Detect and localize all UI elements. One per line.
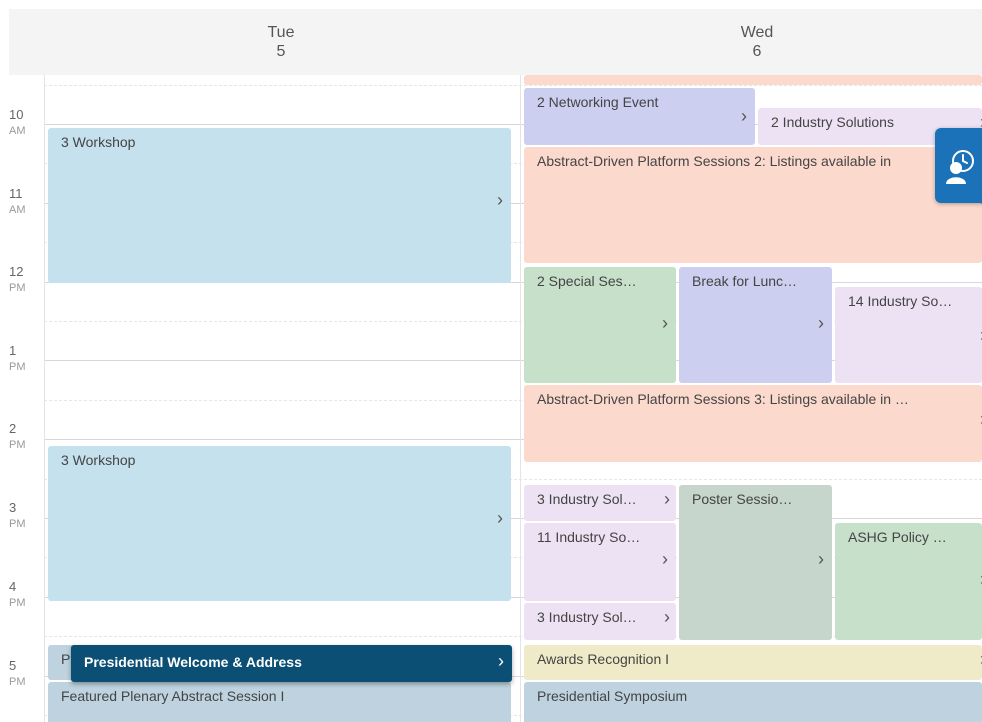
day-divider (520, 75, 521, 722)
event-title: 3 Workshop (61, 452, 136, 468)
chevron-right-icon: › (662, 549, 668, 569)
chevron-right-icon: › (497, 508, 503, 528)
event-industry-solutions-3b[interactable]: 3 Industry Sol… › (524, 603, 676, 640)
event-ashg-policy[interactable]: ASHG Policy … › (835, 523, 982, 640)
event-platform-2[interactable]: Abstract-Driven Platform Sessions 2: Lis… (524, 147, 982, 263)
chevron-right-icon: › (662, 313, 668, 333)
event-title: Presidential Welcome & Address (84, 654, 302, 670)
event-title: 14 Industry So… (848, 293, 953, 309)
time-label-3pm: 3 PM (9, 500, 26, 531)
event-title: 3 Workshop (61, 134, 136, 150)
event-networking[interactable]: 2 Networking Event › (524, 88, 755, 145)
grid-line (44, 85, 982, 86)
time-label-4pm: 4 PM (9, 579, 26, 610)
event-title: ASHG Policy … (848, 529, 947, 545)
day-name: Wed (740, 24, 774, 41)
event-title: Abstract-Driven Platform Sessions 2: Lis… (537, 153, 892, 169)
event-title: Featured Plenary Abstract Session I (61, 688, 285, 704)
event-title: 3 Industry Sol… (537, 609, 637, 625)
chevron-right-icon: › (818, 313, 824, 333)
chevron-right-icon: › (818, 549, 824, 569)
day-header-tue[interactable]: Tue 5 (241, 23, 321, 61)
time-label-1pm: 1 PM (9, 343, 26, 374)
event-title: 11 Industry So… (537, 529, 641, 545)
calendar-grid: 10 AM 11 AM 12 PM 1 PM 2 PM 3 PM 4 PM 5 PM 3 Wor… (0, 75, 982, 722)
event-title: 2 Special Ses… (537, 273, 637, 289)
event-title: Poster Sessio… (692, 491, 793, 507)
event-presidential-symposium[interactable]: Presidential Symposium (524, 682, 982, 722)
day-date: 5 (276, 43, 286, 60)
chevron-right-icon: › (498, 651, 504, 671)
event-break-lunch[interactable]: Break for Lunc… › (679, 267, 832, 383)
event-title: Break for Lunc… (692, 273, 798, 289)
event-industry-solutions-3a[interactable]: 3 Industry Sol… › (524, 485, 676, 521)
time-gutter-divider (44, 75, 45, 722)
event-presidential-welcome[interactable]: Presidential Welcome & Address › (71, 645, 512, 682)
day-header-wed[interactable]: Wed 6 (717, 23, 797, 61)
day-name: Tue (267, 24, 295, 41)
event-awards-recognition[interactable]: Awards Recognition I › (524, 645, 982, 680)
time-label-11am: 11 AM (9, 186, 26, 217)
event-title: Presidential Symposium (537, 688, 688, 704)
event-title: Abstract-Driven Platform Sessions 3: Lis… (537, 391, 909, 407)
event-workshop[interactable]: 3 Workshop › (48, 446, 511, 601)
chevron-right-icon: › (664, 607, 670, 627)
event-platform-3[interactable]: Abstract-Driven Platform Sessions 3: Lis… (524, 385, 982, 462)
time-label-2pm: 2 PM (9, 421, 26, 452)
time-label-5pm: 5 PM (9, 658, 26, 689)
event-workshop[interactable]: 3 Workshop › (48, 128, 511, 283)
chevron-right-icon: › (497, 190, 503, 210)
event-featured-plenary[interactable]: Featured Plenary Abstract Session I (48, 682, 511, 722)
event-title: 3 Industry Sol… (537, 491, 637, 507)
event-poster-session[interactable]: Poster Sessio… › (679, 485, 832, 640)
event-industry-solutions-14[interactable]: 14 Industry So… › (835, 287, 982, 383)
chevron-right-icon: › (664, 489, 670, 509)
calendar-header: Tue 5 Wed 6 (9, 9, 982, 75)
floating-help-button[interactable] (935, 128, 982, 203)
event-industry-solutions-11[interactable]: 11 Industry So… › (524, 523, 676, 601)
chevron-right-icon: › (741, 106, 747, 126)
time-label-12pm: 12 PM (9, 264, 26, 295)
event-special-session[interactable]: 2 Special Ses… › (524, 267, 676, 383)
time-label-10am: 10 AM (9, 107, 26, 138)
person-clock-icon (946, 150, 974, 184)
day-date: 6 (752, 43, 762, 60)
event-platform-1[interactable] (524, 75, 982, 85)
event-title: 2 Networking Event (537, 94, 659, 110)
event-title: Awards Recognition I (537, 651, 670, 667)
